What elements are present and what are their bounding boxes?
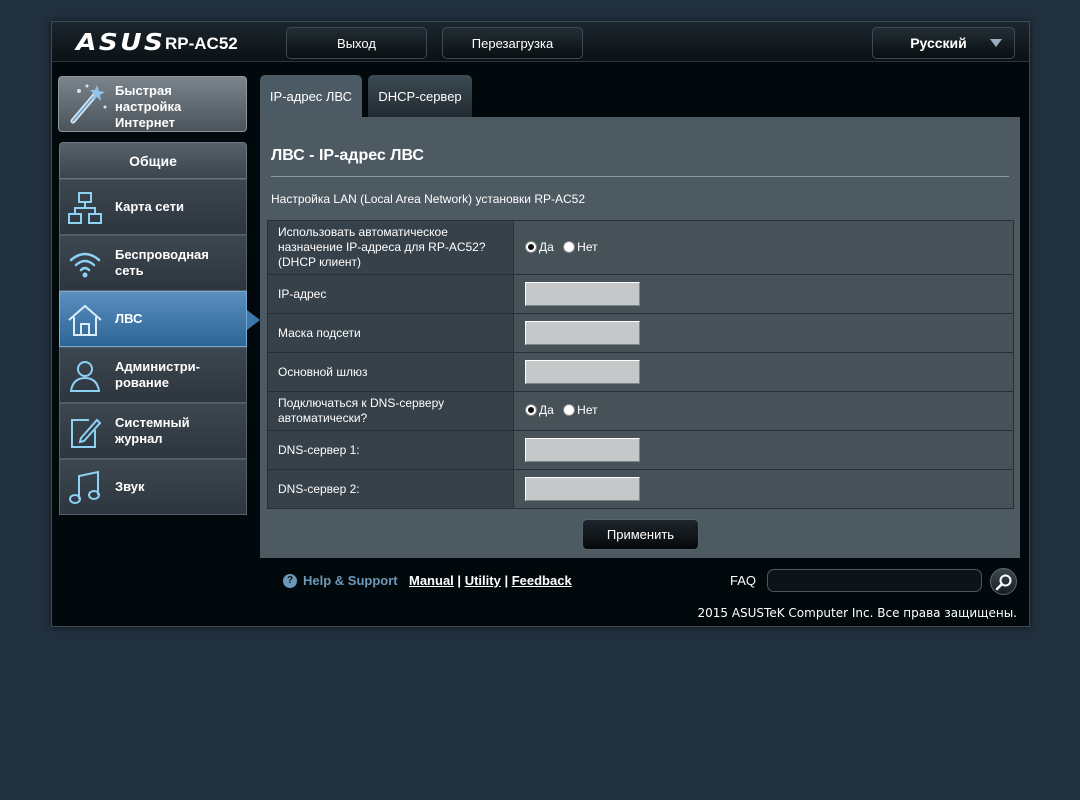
ip-address-input[interactable] — [525, 282, 640, 306]
music-note-icon — [69, 470, 100, 504]
page-description: Настройка LAN (Local Area Network) устан… — [271, 192, 586, 206]
auto-ip-yes-radio[interactable]: Да — [525, 240, 554, 254]
radio-checked-icon — [525, 240, 537, 253]
home-icon — [68, 304, 102, 336]
radio-checked-icon — [525, 404, 537, 416]
manual-link[interactable]: Manual — [409, 573, 454, 588]
help-support[interactable]: ? Help & Support — [283, 573, 398, 588]
wifi-icon — [69, 252, 101, 278]
feedback-link[interactable]: Feedback — [512, 573, 572, 588]
sidebar-item-label: Администри- рование — [115, 359, 200, 390]
sidebar-item-label: ЛВС — [115, 311, 143, 326]
table-row: DNS-сервер 2: — [267, 469, 1014, 509]
sidebar-item-label: Системный журнал — [115, 415, 190, 446]
dns1-input[interactable] — [525, 438, 640, 462]
ip-address-label: IP-адрес — [267, 274, 514, 314]
radio-unchecked-icon — [563, 240, 576, 253]
gateway-input[interactable] — [525, 360, 640, 384]
page-title: ЛВС - IP-адрес ЛВС — [271, 147, 424, 164]
help-question-icon: ? — [283, 573, 297, 588]
search-icon — [995, 574, 1012, 591]
dns-auto-radio-group: Да Нет — [513, 391, 1014, 431]
dns-auto-label: Подключаться к DNS-серверу автоматически… — [267, 391, 514, 431]
table-row: IP-адрес — [267, 274, 1014, 314]
sidebar-item-administration[interactable]: Администри- рование — [59, 347, 247, 403]
auto-ip-label: Использовать автоматическое назначение I… — [267, 220, 514, 275]
radio-unchecked-icon — [563, 404, 576, 416]
quick-internet-setup-button[interactable]: Быстрая настройка Интернет — [58, 76, 247, 132]
asus-logo: ASUS — [76, 30, 166, 56]
chevron-down-icon — [990, 39, 1002, 47]
faq-search-input[interactable] — [767, 569, 982, 592]
sidebar-item-label: Карта сети — [115, 199, 184, 214]
apply-button[interactable]: Применить — [582, 519, 699, 550]
auto-ip-no-radio[interactable]: Нет — [563, 240, 598, 254]
sidebar-item-wireless[interactable]: Беспроводная сеть — [59, 235, 247, 291]
logout-button[interactable]: Выход — [286, 27, 427, 59]
auto-ip-radio-group: Да Нет — [513, 220, 1014, 275]
footer-links: Manual | Utility | Feedback — [409, 573, 572, 588]
router-admin-window: ASUS RP-AC52 Выход Перезагрузка Русский … — [51, 21, 1030, 627]
table-row: Использовать автоматическое назначение I… — [267, 220, 1014, 275]
sidebar-item-label: Звук — [115, 479, 145, 494]
dns1-label: DNS-сервер 1: — [267, 430, 514, 470]
content-panel: ЛВС - IP-адрес ЛВС Настройка LAN (Local … — [260, 117, 1020, 558]
gateway-label: Основной шлюз — [267, 352, 514, 392]
table-row: Основной шлюз — [267, 352, 1014, 392]
utility-link[interactable]: Utility — [465, 573, 501, 588]
top-header: ASUS RP-AC52 Выход Перезагрузка Русский — [52, 22, 1029, 62]
sidebar-item-lan[interactable]: ЛВС — [59, 291, 260, 347]
sidebar-item-sound[interactable]: Звук — [59, 459, 247, 515]
title-divider — [271, 176, 1009, 177]
faq-label: FAQ — [730, 573, 757, 588]
sidebar-menu: Общие Карта сети Беспроводная сеть ЛВС А… — [59, 142, 260, 515]
lan-settings-table: Использовать автоматическое назначение I… — [267, 220, 1014, 509]
dns2-label: DNS-сервер 2: — [267, 469, 514, 509]
language-value: Русский — [910, 35, 967, 51]
subnet-mask-input[interactable] — [525, 321, 640, 345]
sidebar-item-system-log[interactable]: Системный журнал — [59, 403, 247, 459]
magic-wand-icon — [70, 84, 107, 124]
active-pointer — [247, 310, 260, 330]
log-edit-icon — [71, 418, 102, 448]
dns-auto-yes-radio[interactable]: Да — [525, 403, 554, 417]
table-row: Подключаться к DNS-серверу автоматически… — [267, 391, 1014, 431]
copyright-text: 2015 ASUSTeK Computer Inc. Все права защ… — [697, 606, 1017, 620]
sidebar-item-network-map[interactable]: Карта сети — [59, 179, 247, 235]
tab-dhcp-server[interactable]: DHCP-сервер — [368, 75, 472, 117]
admin-user-icon — [69, 361, 101, 392]
menu-section-general: Общие — [59, 142, 247, 179]
faq-search-button[interactable] — [990, 568, 1017, 595]
reboot-button[interactable]: Перезагрузка — [442, 27, 583, 59]
quick-setup-label: Быстрая настройка Интернет — [115, 83, 182, 130]
dns2-input[interactable] — [525, 477, 640, 501]
table-row: DNS-сервер 1: — [267, 430, 1014, 470]
table-row: Маска подсети — [267, 313, 1014, 353]
network-map-icon — [68, 192, 102, 224]
model-name: RP-AC52 — [165, 34, 238, 53]
language-select[interactable]: Русский — [872, 27, 1015, 59]
subnet-mask-label: Маска подсети — [267, 313, 514, 353]
help-support-label: Help & Support — [303, 573, 398, 588]
sidebar-item-label: Беспроводная сеть — [115, 247, 209, 278]
dns-auto-no-radio[interactable]: Нет — [563, 403, 598, 417]
tab-lan-ip[interactable]: IP-адрес ЛВС — [260, 75, 362, 117]
